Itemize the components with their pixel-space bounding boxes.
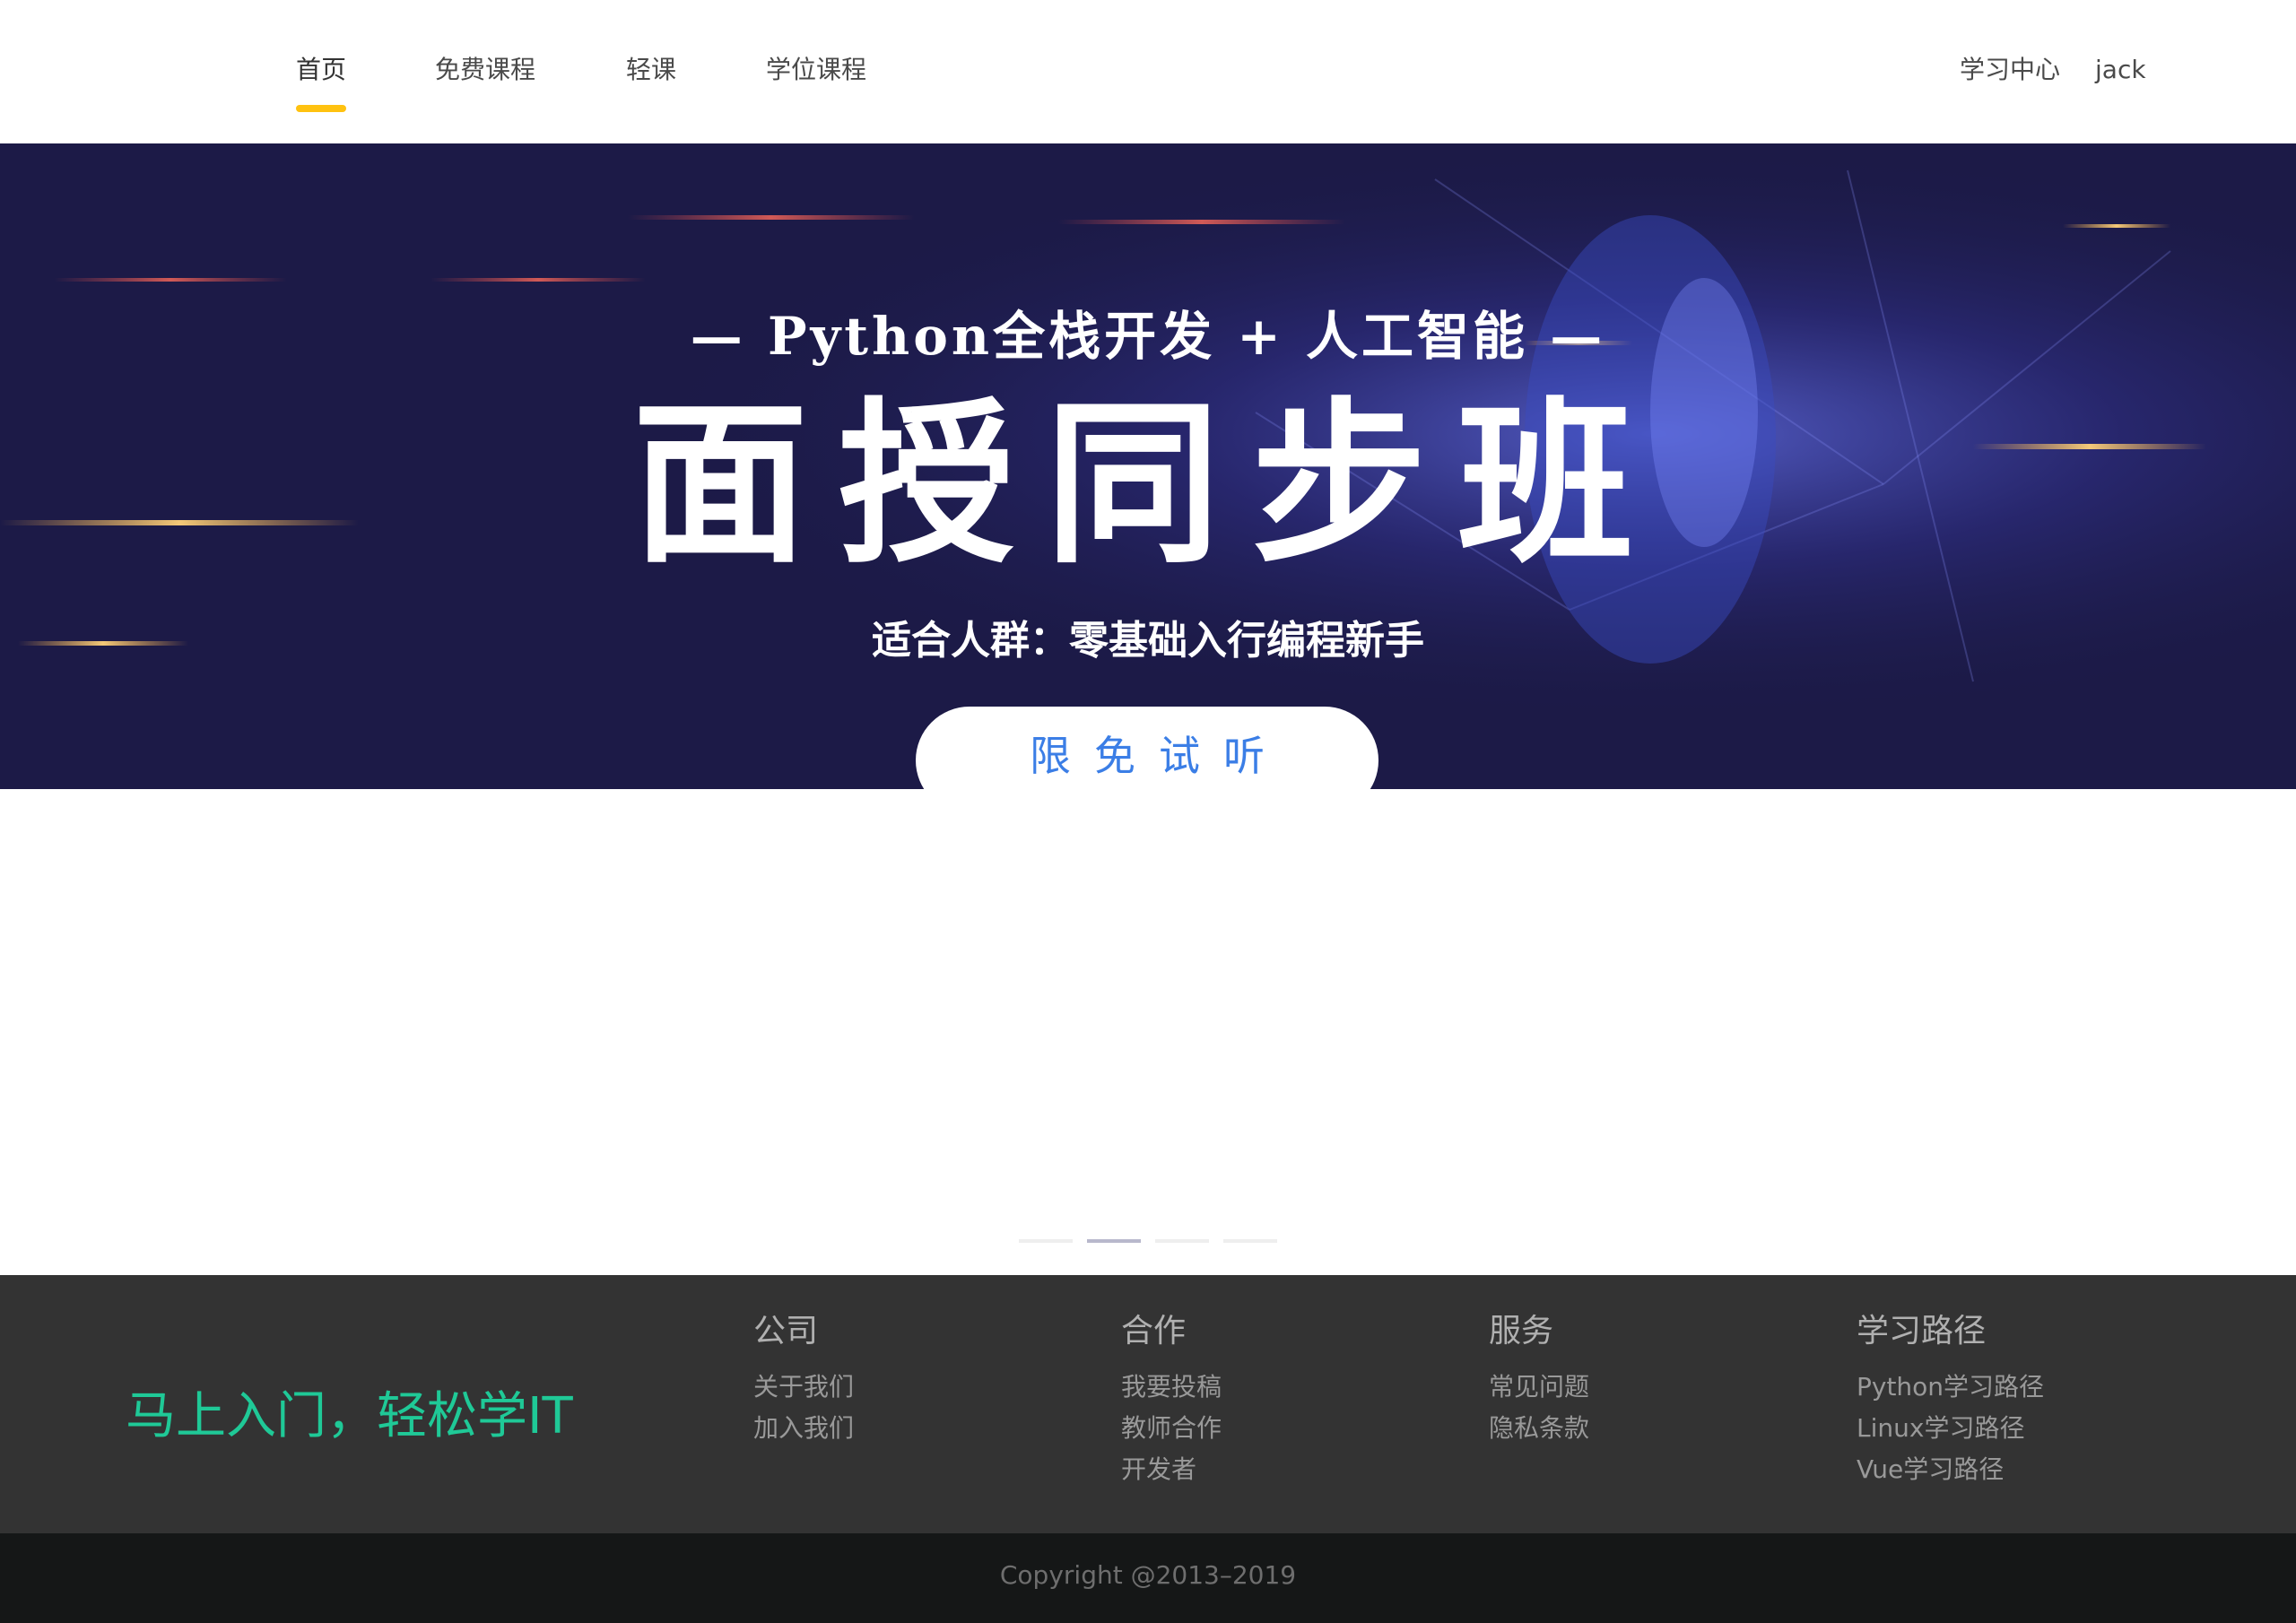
footer-link-submit-article[interactable]: 我要投稿: [1121, 1367, 1222, 1408]
banner-title: 面授同步班: [631, 381, 1664, 587]
footer-column-cooperation: 合作 我要投稿 教师合作 开发者: [1121, 1309, 1222, 1490]
footer-column-title: 合作: [1121, 1313, 1187, 1350]
footer-link-faq[interactable]: 常见问题: [1489, 1367, 1589, 1408]
active-nav-indicator: [296, 105, 346, 112]
footer-column-title: 公司: [753, 1313, 819, 1350]
free-trial-button[interactable]: 限免试听: [916, 707, 1378, 789]
footer-column-title: 学习路径: [1857, 1313, 1987, 1350]
user-name-link[interactable]: jack: [2095, 52, 2146, 88]
carousel-dot-4[interactable]: [1223, 1239, 1277, 1243]
hero-banner[interactable]: — Python全栈开发 + 人工智能 — 面授同步班 适合人群：零基础入行编程…: [0, 143, 2296, 789]
footer-link-privacy-terms[interactable]: 隐私条款: [1489, 1408, 1589, 1449]
footer-link-teacher-cooperation[interactable]: 教师合作: [1121, 1408, 1222, 1449]
nav-item-free-courses[interactable]: 免费课程: [435, 52, 535, 88]
copyright-text: Copyright @2013–2019: [999, 1560, 1297, 1590]
nav-item-home[interactable]: 首页: [296, 52, 346, 88]
banner-audience-text: 适合人群：零基础入行编程新手: [872, 618, 1424, 664]
footer-link-vue-path[interactable]: Vue学习路径: [1857, 1449, 2044, 1490]
carousel-dot-1[interactable]: [1019, 1239, 1073, 1243]
copyright-bar: Copyright @2013–2019: [0, 1533, 2296, 1623]
nav-item-light-courses[interactable]: 轻课: [626, 52, 676, 88]
footer-column-title: 服务: [1489, 1313, 1554, 1350]
footer-link-linux-path[interactable]: Linux学习路径: [1857, 1408, 2044, 1449]
banner-subtitle: — Python全栈开发 + 人工智能 —: [690, 306, 1606, 367]
footer-column-company: 公司 关于我们 加入我们: [753, 1309, 854, 1449]
footer-column-service: 服务 常见问题 隐私条款: [1489, 1309, 1589, 1449]
carousel-dot-2[interactable]: [1087, 1239, 1141, 1243]
footer-link-python-path[interactable]: Python学习路径: [1857, 1367, 2044, 1408]
learning-center-link[interactable]: 学习中心: [1960, 52, 2060, 88]
footer-link-about-us[interactable]: 关于我们: [753, 1367, 854, 1408]
carousel-dot-3[interactable]: [1155, 1239, 1209, 1243]
nav-item-degree-courses[interactable]: 学位课程: [766, 52, 866, 88]
site-footer: 马上入门，轻松学IT 公司 关于我们 加入我们 合作 我要投稿 教师合作 开发者…: [0, 1275, 2296, 1533]
top-nav-bar: 首页 免费课程 轻课 学位课程 学习中心 jack: [0, 0, 2296, 143]
footer-link-join-us[interactable]: 加入我们: [753, 1408, 854, 1449]
footer-slogan: 马上入门，轻松学IT: [126, 1387, 573, 1445]
footer-column-learning-paths: 学习路径 Python学习路径 Linux学习路径 Vue学习路径: [1857, 1309, 2044, 1490]
footer-link-developers[interactable]: 开发者: [1121, 1449, 1222, 1490]
